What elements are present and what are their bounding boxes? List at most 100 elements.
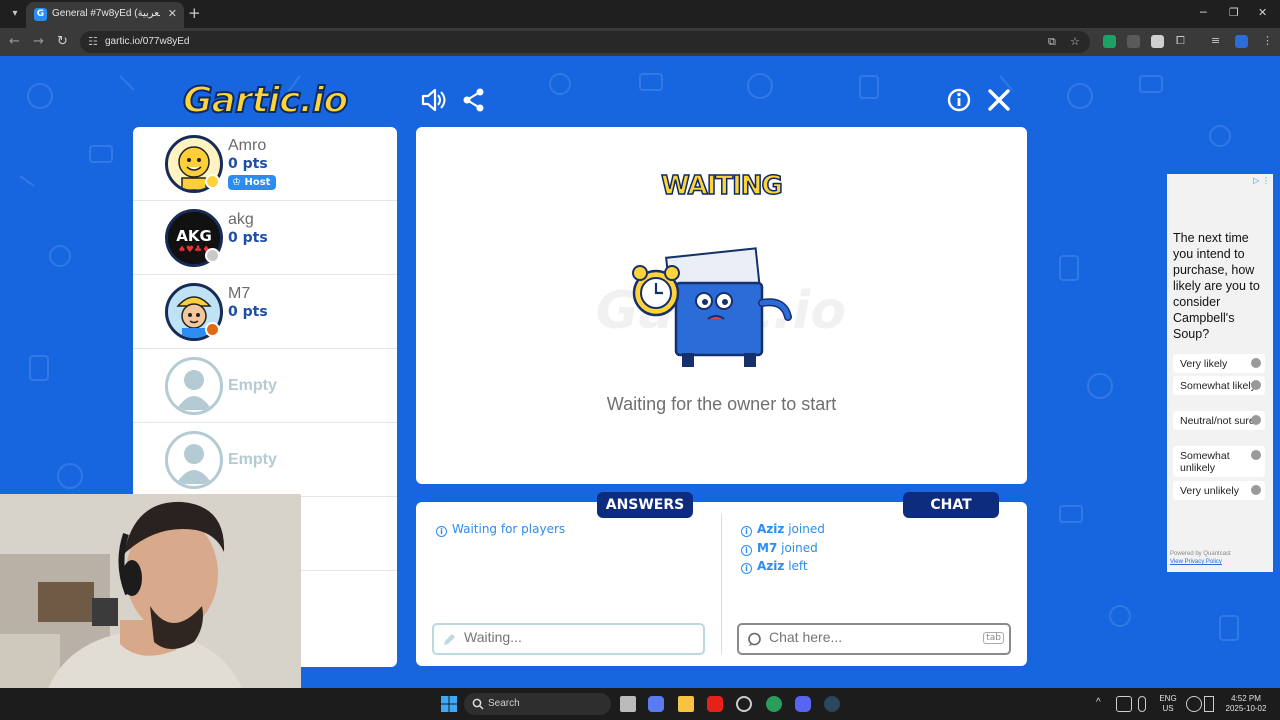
radio-icon bbox=[1251, 485, 1261, 495]
gartic-favicon-icon: G bbox=[34, 8, 47, 21]
ad-option[interactable]: Very likely bbox=[1173, 354, 1265, 373]
player-row-m7[interactable]: M7 0 pts bbox=[133, 275, 397, 349]
install-app-icon[interactable]: ⧉ bbox=[1048, 35, 1056, 49]
language-code: ENG bbox=[1159, 694, 1177, 703]
radio-icon bbox=[1251, 450, 1261, 460]
bookmark-star-icon[interactable]: ☆ bbox=[1070, 35, 1080, 48]
info-icon: i bbox=[741, 526, 752, 537]
ad-option[interactable]: Somewhat likely bbox=[1173, 376, 1265, 395]
back-icon[interactable]: ← bbox=[9, 34, 20, 49]
ad-option-label: Very likely bbox=[1180, 358, 1228, 370]
extension-icon-2[interactable] bbox=[1151, 35, 1164, 48]
browser-menu-icon[interactable]: ⋮ bbox=[1262, 34, 1273, 47]
tab-answers[interactable]: ANSWERS bbox=[597, 492, 693, 518]
file-explorer-icon[interactable] bbox=[678, 696, 694, 712]
empty-avatar-icon bbox=[165, 431, 223, 489]
chat-message: i Aziz joined bbox=[741, 522, 825, 537]
discord-icon[interactable] bbox=[795, 696, 811, 712]
tray-app-icon[interactable] bbox=[1116, 696, 1132, 712]
player-row-akg[interactable]: AKG ♠♥♣♦ akg 0 pts bbox=[133, 201, 397, 275]
chat-message-action: joined bbox=[788, 522, 825, 536]
host-badge: ♔ Host bbox=[228, 175, 277, 190]
tab-chat[interactable]: CHAT bbox=[903, 492, 999, 518]
answer-input[interactable] bbox=[464, 629, 664, 645]
info-icon: i bbox=[741, 545, 752, 556]
gartic-logo: Gartic.io bbox=[182, 79, 349, 122]
ad-option-label: Very unlikely bbox=[1180, 485, 1239, 497]
taskbar-search[interactable]: Search bbox=[464, 693, 611, 715]
player-name: akg bbox=[228, 211, 254, 228]
share-icon[interactable] bbox=[460, 86, 488, 114]
ad-option[interactable]: Somewhat unlikely bbox=[1173, 446, 1265, 477]
extensions-puzzle-icon[interactable]: ⧠ bbox=[1176, 34, 1185, 48]
copilot-icon[interactable] bbox=[648, 696, 664, 712]
youtube-icon[interactable] bbox=[707, 696, 723, 712]
chat-input[interactable] bbox=[769, 629, 969, 645]
windows-start-icon[interactable] bbox=[441, 696, 457, 712]
adchoices-icon[interactable]: ▷ ⋮ bbox=[1253, 176, 1270, 185]
clock-date: 2025-10-02 bbox=[1225, 704, 1267, 713]
profile-icon[interactable] bbox=[1235, 35, 1248, 48]
task-view-icon[interactable] bbox=[620, 696, 636, 712]
waiting-mascot-illustration: Gartic.io bbox=[596, 247, 846, 367]
info-icon[interactable] bbox=[945, 86, 973, 114]
region-code: US bbox=[1162, 704, 1174, 713]
chat-message-action: left bbox=[788, 559, 808, 573]
player-row-empty: Empty bbox=[133, 423, 397, 497]
extension-icon[interactable] bbox=[1127, 35, 1140, 48]
tab-close-icon[interactable]: ✕ bbox=[168, 7, 177, 20]
empty-slot-label: Empty bbox=[228, 451, 277, 468]
ad-option[interactable]: Very unlikely bbox=[1173, 481, 1265, 500]
url-text[interactable]: gartic.io/077w8yEd bbox=[105, 36, 190, 47]
ad-privacy-link[interactable]: View Privacy Policy bbox=[1170, 559, 1222, 565]
volume-icon[interactable] bbox=[419, 86, 447, 114]
webcam-overlay bbox=[0, 494, 301, 720]
windows-taskbar: Search ^ ENG US 4:52 PM 2025-10-02 bbox=[0, 688, 1280, 720]
new-tab-button[interactable]: + bbox=[188, 4, 201, 22]
browser-toolbar: ← → ↻ ☷ gartic.io/077w8yEd ⧉ ☆ ⧠ ≡ ⋮ bbox=[0, 28, 1280, 56]
answer-input-box[interactable] bbox=[432, 623, 705, 655]
grammarly-extension-icon[interactable] bbox=[1103, 35, 1116, 48]
tab-title: General #7w8yEd (العربية) - Gartic.io bbox=[52, 8, 160, 19]
chat-input-box[interactable]: tab bbox=[737, 623, 1011, 655]
exit-room-close-icon[interactable] bbox=[985, 86, 1013, 114]
language-indicator[interactable]: ENG US bbox=[1156, 694, 1180, 714]
player-points: 0 pts bbox=[228, 230, 268, 246]
ad-option[interactable]: Neutral/not sure bbox=[1173, 411, 1265, 430]
ad-footer: Powered by Quantcast View Privacy Policy bbox=[1170, 550, 1231, 566]
microphone-icon[interactable] bbox=[1138, 696, 1146, 712]
steam-icon[interactable] bbox=[824, 696, 840, 712]
restore-icon[interactable]: ❐ bbox=[1229, 6, 1239, 19]
player-row-empty: Empty bbox=[133, 349, 397, 423]
wifi-icon[interactable] bbox=[1186, 696, 1202, 712]
window-close-icon[interactable]: ✕ bbox=[1258, 6, 1267, 19]
pencil-icon bbox=[444, 634, 455, 645]
info-icon: i bbox=[741, 563, 752, 574]
volume-tray-icon[interactable] bbox=[1204, 696, 1214, 712]
host-crown-icon: ♔ bbox=[232, 177, 241, 188]
browser-tab-active[interactable]: G General #7w8yEd (العربية) - Gartic.io … bbox=[26, 2, 184, 28]
player-row-amro[interactable]: Amro 0 pts ♔ Host bbox=[133, 127, 397, 201]
address-bar[interactable]: ☷ gartic.io/077w8yEd ⧉ ☆ bbox=[80, 31, 1090, 53]
minimize-icon[interactable]: ─ bbox=[1200, 6, 1207, 19]
game-stage: WAITING Gartic.io Waiting for the owner … bbox=[416, 127, 1027, 484]
clock-app-icon[interactable] bbox=[736, 696, 752, 712]
stage-status-message: Waiting for the owner to start bbox=[606, 394, 837, 414]
player-name: Amro bbox=[228, 137, 267, 154]
search-icon bbox=[472, 698, 484, 710]
tray-overflow-icon[interactable]: ^ bbox=[1096, 698, 1101, 708]
player-points: 0 pts bbox=[228, 304, 268, 320]
reload-icon[interactable]: ↻ bbox=[57, 34, 68, 49]
site-info-icon[interactable]: ☷ bbox=[88, 35, 98, 48]
chat-bubble-icon bbox=[748, 632, 761, 646]
answers-message: i Waiting for players bbox=[436, 522, 565, 537]
reading-list-icon[interactable]: ≡ bbox=[1211, 34, 1220, 47]
tab-search-button[interactable]: ▾ bbox=[6, 5, 24, 23]
clock[interactable]: 4:52 PM 2025-10-02 bbox=[1222, 694, 1270, 714]
stage-status-title: WAITING bbox=[660, 170, 783, 202]
radio-icon bbox=[1251, 380, 1261, 390]
forward-icon[interactable]: → bbox=[33, 34, 44, 49]
empty-avatar-icon bbox=[165, 357, 223, 415]
chrome-icon[interactable] bbox=[766, 696, 782, 712]
answers-message-text: Waiting for players bbox=[452, 522, 566, 536]
